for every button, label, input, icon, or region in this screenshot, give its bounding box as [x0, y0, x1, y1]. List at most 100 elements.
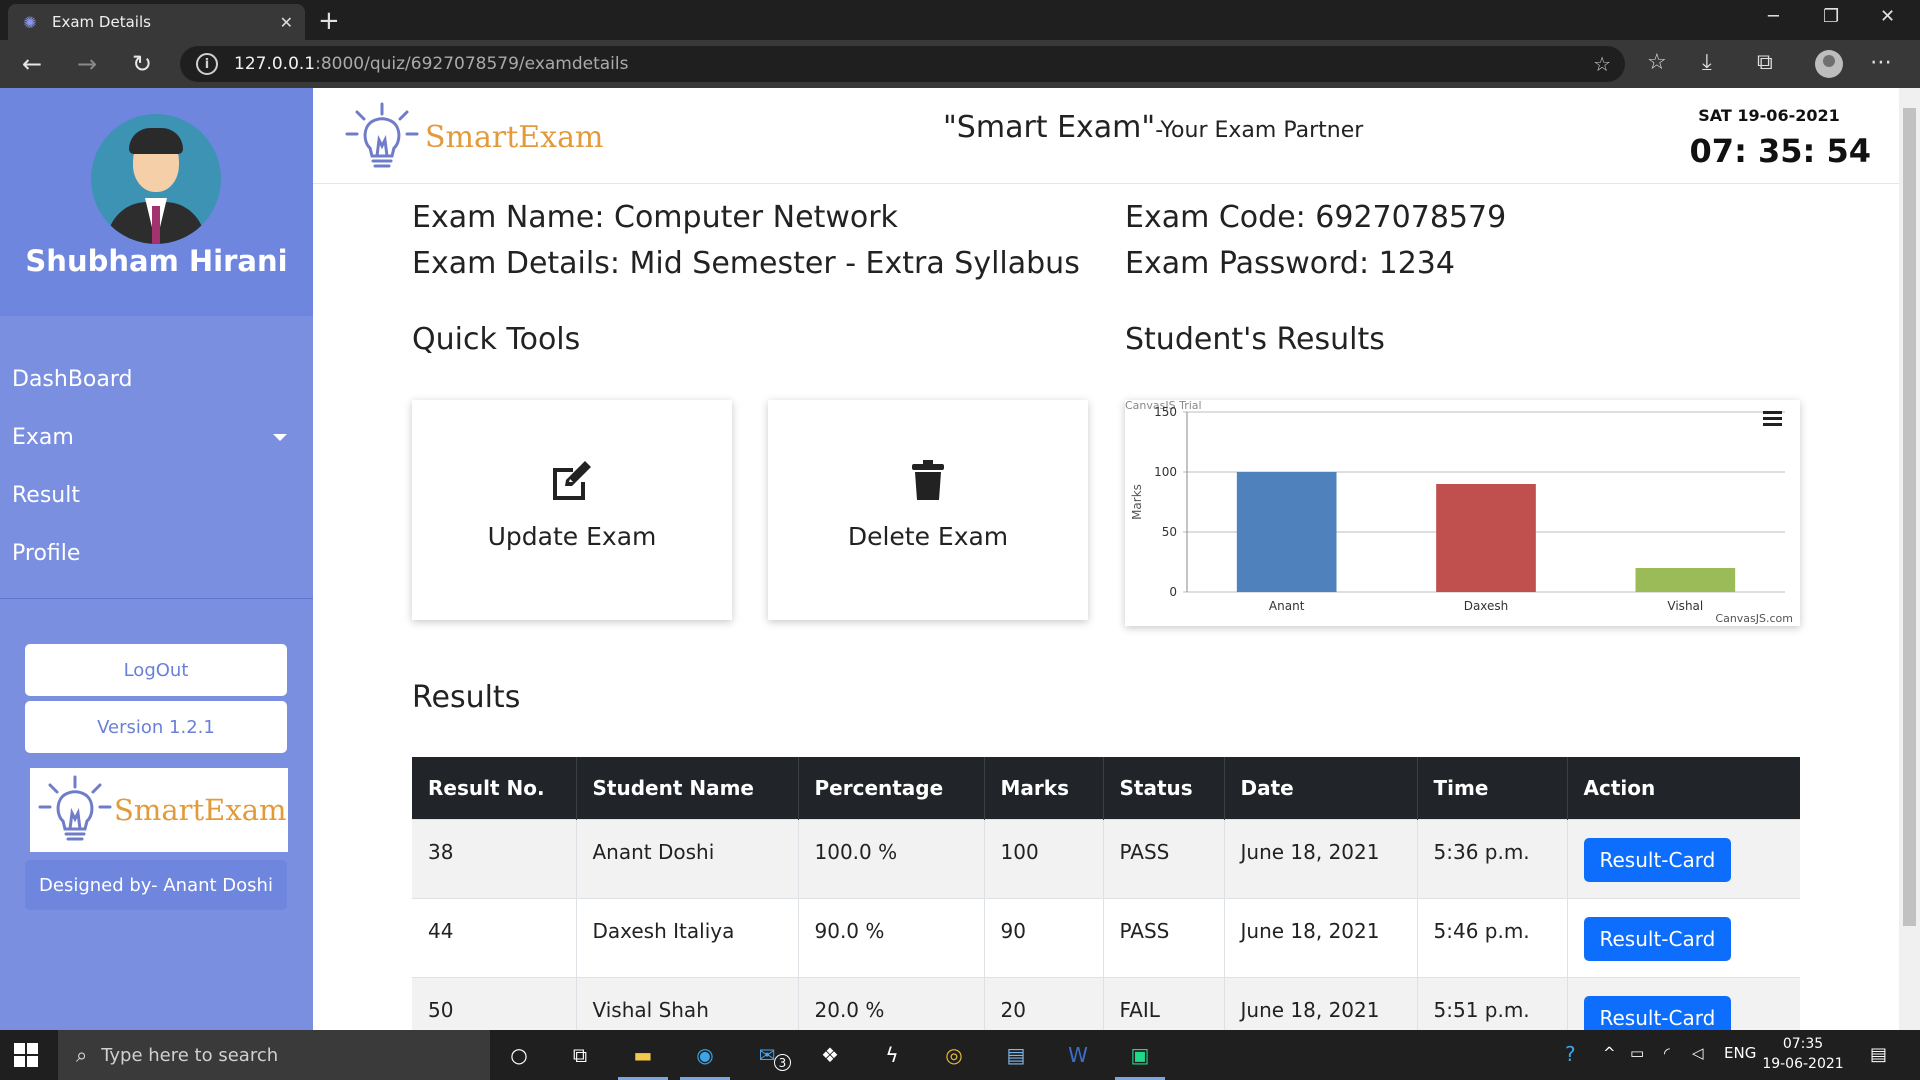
cell-marks: 90: [983, 897, 1103, 977]
more-menu-icon[interactable]: ⋯: [1870, 50, 1892, 75]
word-icon[interactable]: W: [1063, 1040, 1093, 1070]
new-tab-icon[interactable]: +: [318, 6, 340, 36]
taskbar-search-placeholder: Type here to search: [101, 1044, 279, 1066]
collections-icon[interactable]: ⧉: [1757, 50, 1773, 75]
network-app-icon[interactable]: ▤: [1001, 1040, 1031, 1070]
edge-browser-icon[interactable]: ◉: [690, 1040, 720, 1070]
chart-bar-anant[interactable]: [1236, 472, 1337, 592]
cell-result-no: 38: [412, 818, 576, 898]
sidebar-item-profile[interactable]: Profile: [0, 524, 313, 582]
browser-profile-icon[interactable]: [1815, 50, 1843, 78]
logout-button[interactable]: LogOut: [25, 644, 287, 696]
help-icon[interactable]: ?: [1565, 1042, 1576, 1066]
sidebar-item-label: Exam: [12, 424, 74, 450]
caret-down-icon: [273, 434, 287, 441]
volume-icon[interactable]: ◁: [1692, 1044, 1704, 1062]
table-row: 44 Daxesh Italiya 90.0 % 90 PASS June 18…: [412, 897, 1800, 977]
chrome-icon[interactable]: ◎: [939, 1040, 969, 1070]
pycharm-icon[interactable]: ▣: [1125, 1040, 1155, 1070]
close-tab-icon[interactable]: ✕: [280, 13, 293, 32]
browser-tab[interactable]: ✺ Exam Details ✕: [8, 4, 305, 40]
file-explorer-icon[interactable]: ▬: [628, 1040, 658, 1070]
taskbar-date: 19-06-2021: [1762, 1056, 1844, 1072]
taskbar-search-input[interactable]: ⌕ Type here to search: [58, 1030, 490, 1080]
designed-by-label: Designed by- Anant Doshi: [25, 860, 287, 910]
url-field[interactable]: i 127.0.0.1:8000/quiz/6927078579/examdet…: [180, 46, 1625, 82]
col-status: Status: [1102, 757, 1224, 819]
trash-icon: [912, 460, 944, 500]
delete-exam-label: Delete Exam: [847, 522, 1009, 551]
update-exam-card[interactable]: Update Exam: [412, 400, 732, 620]
downloads-icon[interactable]: ⤓: [1702, 50, 1712, 75]
chart-x-tick-label: Anant: [1269, 599, 1305, 613]
scrollbar-thumb[interactable]: [1903, 108, 1916, 926]
task-view-icon[interactable]: ⧉: [565, 1040, 595, 1070]
tab-favicon-icon: ✺: [23, 12, 37, 32]
sidebar-item-exam[interactable]: Exam: [0, 408, 313, 466]
cell-percentage: 100.0 %: [797, 818, 984, 898]
chart-y-tick-label: 0: [1169, 585, 1177, 599]
url-path: :8000/quiz/6927078579/examdetails: [315, 54, 629, 74]
chart-svg: CanvasJS Trial 050100150Anant Daxesh Visha…: [1125, 399, 1793, 625]
cell-action: Result-Card: [1566, 897, 1800, 977]
header-title-main: "Smart Exam": [943, 110, 1156, 145]
sidebar-logo-text: SmartExam: [114, 793, 287, 827]
sidebar-divider: [0, 598, 313, 599]
windows-start-icon[interactable]: [14, 1043, 38, 1067]
site-info-icon[interactable]: i: [196, 53, 218, 75]
edit-icon: [553, 461, 591, 500]
col-date: Date: [1223, 757, 1417, 819]
cell-action: Result-Card: [1566, 818, 1800, 898]
search-icon: ⌕: [76, 1043, 88, 1067]
sidebar-item-result[interactable]: Result: [0, 466, 313, 524]
col-result-no: Result No.: [412, 757, 576, 819]
close-window-icon[interactable]: ✕: [1880, 6, 1895, 27]
refresh-icon[interactable]: ↻: [132, 50, 152, 78]
wifi-icon[interactable]: ◜: [1664, 1044, 1670, 1062]
forward-icon[interactable]: →: [77, 50, 97, 78]
page-scrollbar[interactable]: [1899, 88, 1920, 1030]
cell-student-name: Anant Doshi: [575, 818, 798, 898]
col-marks: Marks: [983, 757, 1103, 819]
bulb-logo-icon: [38, 775, 112, 841]
sidebar-item-dashboard[interactable]: DashBoard: [0, 350, 313, 408]
chart-menu-icon[interactable]: [1763, 411, 1782, 426]
update-exam-label: Update Exam: [487, 522, 657, 551]
chart-bar-vishal[interactable]: [1635, 568, 1736, 592]
delete-exam-card[interactable]: Delete Exam: [768, 400, 1088, 620]
taskbar-time: 07:35: [1782, 1036, 1824, 1052]
notifications-icon[interactable]: ▤: [1870, 1044, 1887, 1065]
add-favorite-icon[interactable]: ☆: [1593, 52, 1611, 76]
exam-password: Exam Password: 1234: [1125, 246, 1455, 281]
language-indicator[interactable]: ENG: [1724, 1044, 1756, 1062]
header-title: "Smart Exam"-Your Exam Partner: [943, 110, 1363, 145]
sidebar: Shubham Hirani DashBoard Exam Result Pro…: [0, 88, 313, 1030]
restore-window-icon[interactable]: ❐: [1823, 6, 1839, 27]
student-results-chart: CanvasJS Trial 0 50 100 150 Anant Daxesh Visha…: [1125, 399, 1800, 626]
col-action: Action: [1566, 757, 1800, 819]
show-hidden-icons-icon[interactable]: ^: [1603, 1044, 1616, 1062]
lightning-app-icon[interactable]: ϟ: [877, 1040, 907, 1070]
cell-marks: 100: [983, 818, 1103, 898]
taskbar-clock[interactable]: 07:35 19-06-2021: [1758, 1034, 1848, 1074]
student-results-title: Student's Results: [1125, 322, 1385, 357]
col-student-name: Student Name: [575, 757, 798, 819]
mail-badge: 3: [774, 1054, 791, 1071]
avatar: [91, 114, 221, 244]
tab-title: Exam Details: [52, 13, 151, 31]
chart-bar-daxesh[interactable]: [1436, 484, 1536, 592]
cell-result-no: 44: [412, 897, 576, 977]
version-button[interactable]: Version 1.2.1: [25, 701, 287, 753]
page-header: SmartExam "Smart Exam"-Your Exam Partner…: [313, 88, 1899, 184]
result-card-button[interactable]: Result-Card: [1583, 837, 1732, 882]
battery-icon[interactable]: ▭: [1630, 1044, 1644, 1062]
cortana-icon[interactable]: ○: [504, 1040, 534, 1070]
dropbox-icon[interactable]: ❖: [815, 1040, 845, 1070]
minimize-window-icon[interactable]: ─: [1768, 6, 1779, 27]
header-subtitle: -Your Exam Partner: [1155, 118, 1364, 143]
cell-time: 5:36 p.m.: [1416, 818, 1567, 898]
back-icon[interactable]: ←: [22, 50, 42, 78]
header-logo[interactable]: SmartExam: [343, 100, 603, 174]
result-card-button[interactable]: Result-Card: [1583, 916, 1732, 961]
favorites-icon[interactable]: ☆: [1647, 50, 1667, 75]
